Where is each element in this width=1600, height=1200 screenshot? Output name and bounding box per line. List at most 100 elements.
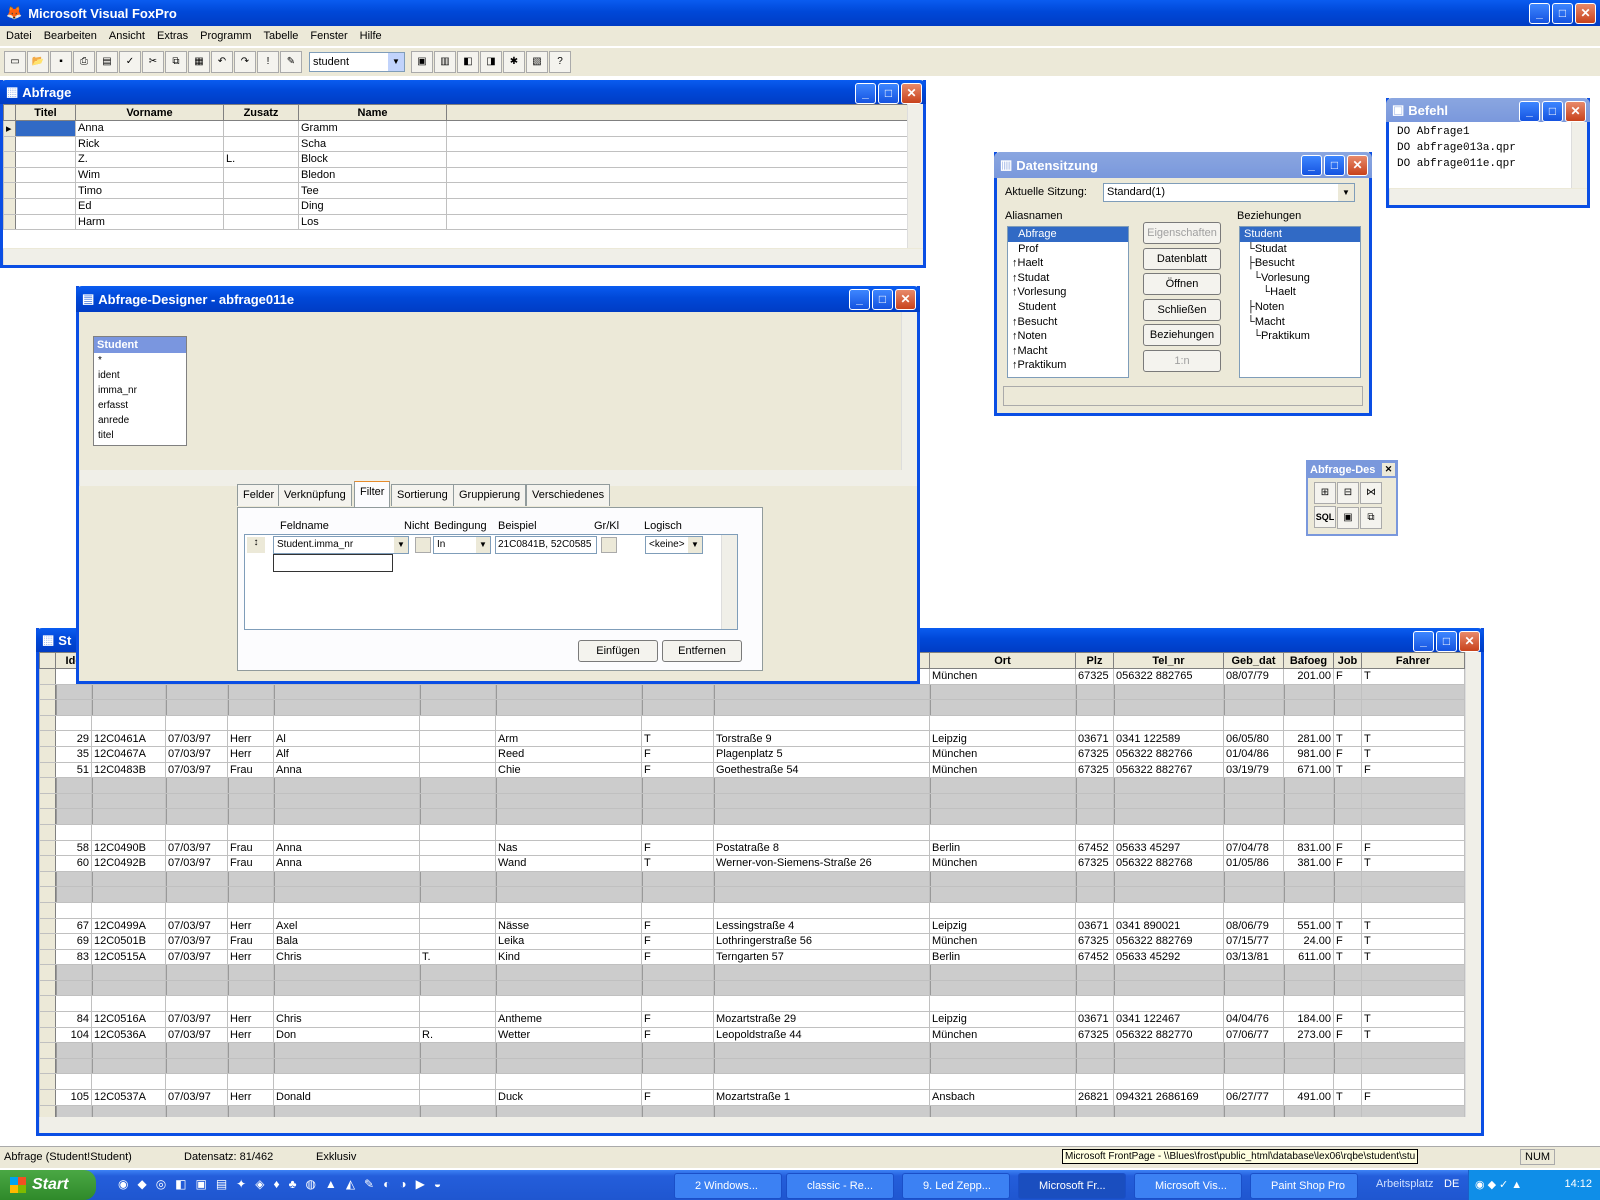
table-cell[interactable] [15, 135, 76, 153]
table-cell[interactable]: T. [419, 948, 496, 966]
row-selector[interactable] [39, 792, 56, 810]
table-cell[interactable]: Antheme [495, 1011, 642, 1028]
table-cell[interactable]: 07/15/77 [1223, 933, 1284, 950]
table-cell[interactable]: F [1361, 1089, 1465, 1106]
table-cell[interactable]: 01/04/86 [1223, 745, 1284, 763]
filter-feldname-combo[interactable]: Student.imma_nr ▼ [273, 536, 409, 554]
table-cell[interactable]: Terngarten 57 [713, 948, 930, 966]
table-cell[interactable]: Herr [227, 1089, 274, 1106]
table-cell[interactable] [15, 166, 76, 184]
table-cell[interactable]: 12C0483B [91, 761, 166, 779]
table-cell[interactable]: Leipzig [929, 1011, 1076, 1028]
maximize-icon[interactable]: □ [872, 289, 893, 310]
filter-vscrollbar[interactable] [721, 535, 737, 629]
command-text[interactable]: DO Abfrage1 DO abfrage013a.qpr DO abfrage0… [1389, 122, 1571, 188]
filter-beispiel-input[interactable]: 21C0841B, 52C0585 [495, 536, 597, 554]
col-plz[interactable]: Plz [1075, 652, 1114, 669]
paste-icon[interactable]: ▦ [188, 51, 210, 73]
lang-indicator[interactable]: DE [1444, 1178, 1459, 1190]
relations-list[interactable]: Student └Studat ├Besucht └Vorlesung └Hae… [1239, 226, 1361, 378]
row-selector[interactable] [39, 823, 56, 841]
table-cell[interactable]: T [1361, 1026, 1465, 1044]
table-cell[interactable]: 184.00 [1283, 1011, 1334, 1028]
table-cell[interactable]: T [1333, 730, 1362, 747]
table-cell[interactable]: F [641, 933, 714, 950]
table-cell[interactable]: 12C0536A [91, 1026, 166, 1044]
tab-verschiedenes[interactable]: Verschiedenes [526, 484, 611, 506]
table-row[interactable] [39, 1073, 1465, 1091]
table-cell[interactable]: 0341 122467 [1113, 1011, 1224, 1028]
table-cell[interactable]: 07/03/97 [165, 1011, 228, 1028]
table-cell[interactable] [419, 855, 496, 872]
table-row[interactable]: 58 12C0490B 07/03/97 Frau Anna Nas F Postatraße… [39, 839, 1465, 857]
undo-icon[interactable]: ↶ [211, 51, 233, 73]
field-item[interactable]: anrede [98, 413, 186, 428]
table-cell[interactable]: Z. [75, 151, 224, 168]
data-session-icon[interactable]: ▥ [434, 51, 456, 73]
modify-icon[interactable]: ✎ [280, 51, 302, 73]
table-row[interactable] [39, 792, 1465, 810]
database-icon[interactable]: ◧ [457, 51, 479, 73]
table-cell[interactable] [419, 1011, 496, 1028]
minimize-icon[interactable]: _ [855, 83, 876, 104]
alias-item[interactable]: ↑Noten [1008, 329, 1128, 344]
chevron-down-icon[interactable]: ▼ [394, 537, 408, 553]
menu-hilfe[interactable]: Hilfe [354, 30, 388, 42]
chevron-down-icon[interactable]: ▼ [476, 537, 490, 553]
table-cell[interactable]: 12C0499A [91, 917, 166, 935]
table-cell[interactable]: 07/03/97 [165, 1026, 228, 1044]
table-cell[interactable]: 26821 [1075, 1089, 1114, 1106]
relation-item[interactable]: └Praktikum [1240, 329, 1360, 344]
table-cell[interactable]: 491.00 [1283, 1089, 1334, 1106]
table-cell[interactable]: 67 [55, 917, 92, 935]
table-cell[interactable]: 07/03/97 [165, 933, 228, 950]
table-cell[interactable]: 67325 [1075, 1026, 1114, 1044]
table-cell[interactable]: Bala [273, 933, 420, 950]
table-cell[interactable]: L. [223, 151, 299, 168]
tab-sortierung[interactable]: Sortierung [391, 484, 454, 506]
table-cell[interactable]: 12C0461A [91, 730, 166, 747]
row-selector[interactable] [39, 808, 56, 825]
table-cell[interactable]: 12C0467A [91, 745, 166, 763]
preview-icon[interactable]: ▤ [96, 51, 118, 73]
table-cell[interactable]: Bledon [298, 166, 447, 184]
table-cell[interactable]: Tee [298, 182, 447, 199]
table-cell[interactable]: Lothringerstraße 56 [713, 933, 930, 950]
table-cell[interactable]: Los [298, 213, 447, 231]
table-cell[interactable]: T [1361, 745, 1465, 763]
remove-button[interactable]: Entfernen [662, 640, 742, 662]
col-geb_dat[interactable]: Geb_dat [1223, 652, 1284, 669]
table-cell[interactable]: 67325 [1075, 745, 1114, 763]
table-cell[interactable] [15, 151, 76, 168]
task-frontpage[interactable]: Microsoft Fr... [1018, 1173, 1126, 1199]
table-cell[interactable]: T [1361, 1011, 1465, 1028]
maximize-table-view-icon[interactable]: ▣ [1337, 507, 1359, 529]
table-row[interactable]: 67 12C0499A 07/03/97 Herr Axel Nässe F Lessings… [39, 917, 1465, 935]
table-cell[interactable]: Frau [227, 839, 274, 857]
table-cell[interactable]: Goethestraße 54 [713, 761, 930, 779]
table-cell[interactable]: 24.00 [1283, 933, 1334, 950]
chevron-down-icon[interactable]: ▼ [1338, 184, 1354, 201]
table-cell[interactable] [223, 166, 299, 184]
session-button-2[interactable]: Datenblatt [1143, 247, 1221, 270]
row-selector[interactable] [39, 839, 56, 857]
session-button-4[interactable]: Schließen [1143, 298, 1221, 321]
table-cell[interactable]: Chris [273, 1011, 420, 1028]
table-cell[interactable]: 03/19/79 [1223, 761, 1284, 779]
table-cell[interactable]: 12C0515A [91, 948, 166, 966]
table-cell[interactable]: Harm [75, 213, 224, 231]
table-cell[interactable]: 551.00 [1283, 917, 1334, 935]
close-icon[interactable]: ✕ [1347, 155, 1368, 176]
table-cell[interactable]: F [1333, 668, 1362, 685]
table-cell[interactable]: 273.00 [1283, 1026, 1334, 1044]
table-cell[interactable]: F [641, 917, 714, 935]
relation-item[interactable]: └Macht [1240, 315, 1360, 330]
alias-item[interactable]: Prof [1008, 242, 1128, 257]
table-cell[interactable]: T [641, 730, 714, 747]
close-icon[interactable]: ✕ [1565, 101, 1586, 122]
table-cell[interactable]: T [1333, 1089, 1362, 1106]
maximize-icon[interactable]: □ [878, 83, 899, 104]
row-selector[interactable] [3, 182, 16, 199]
col-bafoeg[interactable]: Bafoeg [1283, 652, 1334, 669]
table-cell[interactable]: 201.00 [1283, 668, 1334, 685]
